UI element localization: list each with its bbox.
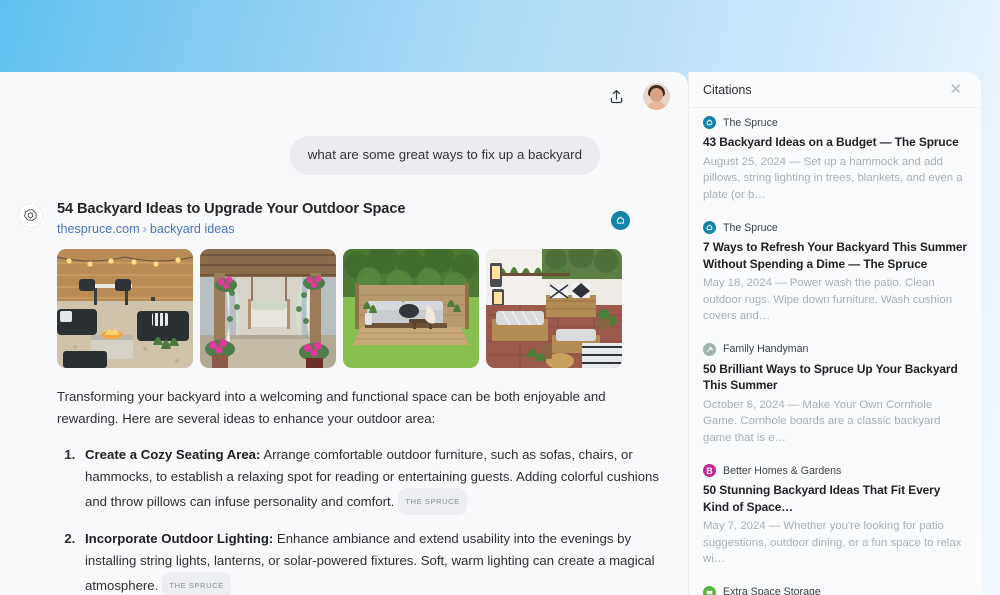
app-root: what are some great ways to fix up a bac… — [0, 0, 1000, 595]
citation-snippet: August 25, 2024 — Set up a hammock and a… — [703, 154, 967, 204]
family-handyman-favicon-icon — [703, 343, 716, 356]
the-spruce-badge-icon[interactable] — [611, 211, 630, 230]
citation-source: Family Handyman — [703, 343, 967, 356]
citation-title: 7 Ways to Refresh Your Backyard This Sum… — [703, 239, 967, 272]
result-domain: thespruce.com — [57, 222, 140, 236]
citation-snippet: May 18, 2024 — Power wash the patio. Cle… — [703, 275, 967, 325]
step-heading: Incorporate Outdoor Lighting: — [85, 531, 273, 546]
citation-snippet: October 6, 2024 — Make Your Own Cornhole… — [703, 397, 967, 447]
answer-body: Transforming your backyard into a welcom… — [57, 386, 670, 595]
citation-source-name: Extra Space Storage — [723, 586, 821, 595]
citation-item[interactable]: The Spruce 43 Backyard Ideas on a Budget… — [703, 116, 967, 203]
result-title: 54 Backyard Ideas to Upgrade Your Outdoo… — [57, 201, 610, 217]
chat-topbar — [0, 72, 688, 120]
chat-surface: what are some great ways to fix up a bac… — [0, 72, 688, 595]
answer-header: 54 Backyard Ideas to Upgrade Your Outdoo… — [57, 201, 670, 236]
citation-source: The Spruce — [703, 116, 967, 129]
citation-source: The Spruce — [703, 221, 967, 234]
thumbnail-image[interactable] — [343, 249, 479, 368]
answer-step: Create a Cozy Seating Area: Arrange comf… — [79, 444, 670, 515]
inline-citation-chip[interactable]: THE SPRUCE — [162, 572, 230, 595]
extra-space-storage-favicon-icon — [703, 586, 716, 595]
citation-source: B Better Homes & Gardens — [703, 464, 967, 477]
user-avatar[interactable] — [643, 83, 670, 110]
share-upload-icon[interactable] — [603, 83, 629, 109]
thumbnail-image[interactable] — [200, 249, 336, 368]
answer-step: Incorporate Outdoor Lighting: Enhance am… — [79, 528, 670, 595]
citation-item[interactable]: Family Handyman 50 Brilliant Ways to Spr… — [703, 343, 967, 447]
step-heading: Create a Cozy Seating Area: — [85, 447, 260, 462]
citation-item[interactable]: The Spruce 7 Ways to Refresh Your Backya… — [703, 221, 967, 325]
answer-step-list: Create a Cozy Seating Area: Arrange comf… — [57, 444, 670, 595]
answer-intro: Transforming your backyard into a welcom… — [57, 386, 670, 430]
avatar-body — [646, 101, 667, 110]
citation-title: 50 Brilliant Ways to Spruce Up Your Back… — [703, 361, 967, 394]
assistant-answer: 54 Backyard Ideas to Upgrade Your Outdoo… — [0, 201, 688, 595]
result-breadcrumb[interactable]: thespruce.com›backyard ideas — [57, 222, 610, 236]
user-message-row: what are some great ways to fix up a bac… — [0, 136, 688, 175]
user-query-bubble: what are some great ways to fix up a bac… — [290, 136, 600, 175]
citation-source-name: The Spruce — [723, 117, 778, 129]
citation-source-name: Family Handyman — [723, 343, 808, 355]
close-icon[interactable]: ✕ — [946, 79, 965, 100]
citations-list: The Spruce 43 Backyard Ideas on a Budget… — [689, 108, 981, 595]
openai-logo-icon — [18, 203, 43, 228]
avatar-face — [650, 88, 663, 102]
result-thumbnails — [57, 249, 670, 368]
citation-title: 43 Backyard Ideas on a Budget — The Spru… — [703, 134, 967, 151]
citation-item[interactable]: Extra Space Storage Your DIY Guide to a … — [703, 586, 967, 595]
result-path: backyard ideas — [150, 222, 235, 236]
better-homes-gardens-favicon-icon: B — [703, 464, 716, 477]
breadcrumb-separator: › — [143, 222, 147, 236]
citations-header: Citations ✕ — [689, 72, 981, 108]
citation-title: 50 Stunning Backyard Ideas That Fit Ever… — [703, 482, 967, 515]
citation-item[interactable]: B Better Homes & Gardens 50 Stunning Bac… — [703, 464, 967, 568]
citation-source-name: Better Homes & Gardens — [723, 465, 841, 477]
citation-snippet: May 7, 2024 — Whether you're looking for… — [703, 518, 967, 568]
the-spruce-favicon-icon — [703, 221, 716, 234]
citation-source-name: The Spruce — [723, 222, 778, 234]
citations-panel: Citations ✕ The Spruce 43 Backyard Ideas… — [688, 72, 981, 595]
the-spruce-favicon-icon — [703, 116, 716, 129]
inline-citation-chip[interactable]: THE SPRUCE — [398, 488, 466, 515]
thumbnail-image[interactable] — [57, 249, 193, 368]
thumbnail-image[interactable] — [486, 249, 622, 368]
citation-source: Extra Space Storage — [703, 586, 967, 595]
citations-title: Citations — [703, 83, 752, 97]
